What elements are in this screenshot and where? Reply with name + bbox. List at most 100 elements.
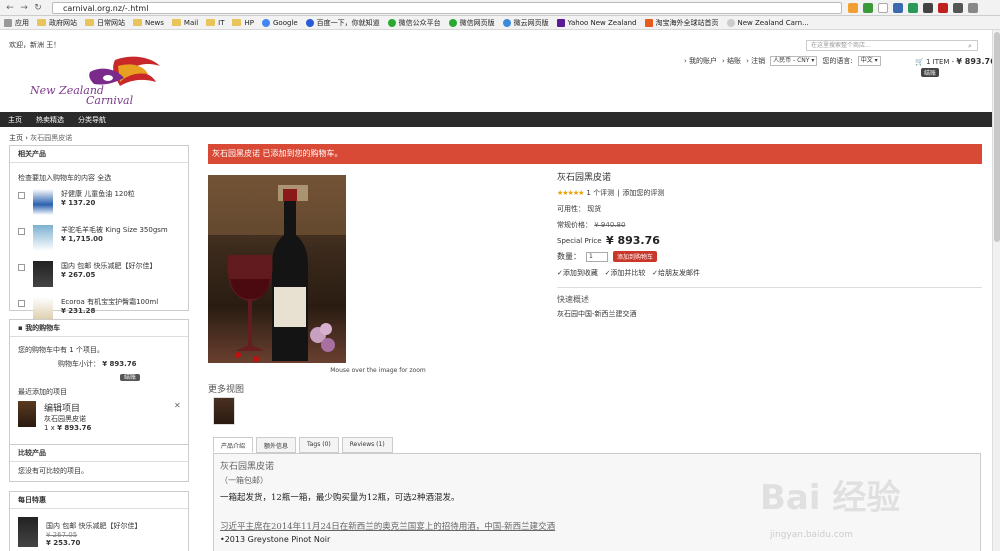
language-select[interactable]: 中文 ▾ [857, 56, 881, 66]
opera-icon[interactable] [938, 3, 948, 13]
back-icon[interactable]: ← [4, 2, 16, 14]
svg-text:Carnival: Carnival [86, 94, 134, 107]
select-all-link[interactable]: 全选 [97, 174, 111, 182]
wechat-icon [387, 18, 396, 27]
cloud-icon [502, 18, 511, 27]
bookmark-folder[interactable]: IT [206, 19, 224, 27]
product-thumb[interactable] [33, 225, 53, 251]
bookmark-apps[interactable]: 应用 [4, 18, 29, 28]
success-message: 灰石园黑皮诺 已添加到您的购物车。 [208, 144, 982, 164]
checkbox[interactable] [18, 300, 25, 307]
checkout-link[interactable]: › 结账 [722, 56, 741, 66]
forward-icon[interactable]: → [18, 2, 30, 14]
bookmark-weiyun[interactable]: 微云网页版 [502, 18, 549, 28]
bookmark-carnival[interactable]: New Zealand Carn... [726, 18, 809, 27]
bookmarks-bar: 应用 政府网站 日常网站 News Mail IT HP Google 百度一下… [0, 16, 1000, 30]
bookmark-wechat-mp[interactable]: 微信公众平台 [387, 18, 441, 28]
bookmark-folder[interactable]: 日常网站 [85, 18, 125, 28]
bookmark-folder[interactable]: 政府网站 [37, 18, 77, 28]
scrollbar-thumb[interactable] [994, 32, 1000, 242]
extension-icon[interactable] [893, 3, 903, 13]
folder-icon [206, 19, 216, 26]
extension-icons [848, 3, 978, 13]
logout-link[interactable]: › 注销 [746, 56, 765, 66]
more-view-thumb[interactable] [213, 397, 235, 425]
quantity-input[interactable]: 1 [586, 251, 608, 262]
related-products-block: 相关产品 检查要加入购物车的内容 全选 好健康 儿童鱼油 120粒 ¥ 137.2… [9, 145, 189, 323]
breadcrumb-current: 灰石园黑皮诺 [30, 134, 73, 142]
add-review-link[interactable]: 添加您的评测 [622, 188, 664, 198]
product-thumb[interactable] [33, 261, 53, 287]
nav-hot[interactable]: 热卖精选 [36, 115, 64, 125]
tab-additional[interactable]: 额外信息 [256, 437, 297, 453]
bookmark-wechat-web[interactable]: 微信网页版 [448, 18, 495, 28]
carnival-logo[interactable]: New Zealand Carnival [20, 52, 170, 112]
bookmark-google[interactable]: Google [261, 18, 298, 27]
shield-icon[interactable] [863, 3, 873, 13]
cart-subtotal: ¥ 893.76 [102, 360, 137, 368]
page-icon [726, 18, 735, 27]
menu-icon[interactable] [968, 3, 978, 13]
tab-description[interactable]: 产品介绍 [213, 437, 254, 453]
product-thumb[interactable] [33, 189, 53, 215]
nav-categories[interactable]: 分类导航 [78, 115, 106, 125]
email-friend-link[interactable]: ✓给朋友发邮件 [652, 268, 700, 278]
zoom-caption: Mouse over the image for zoom [330, 367, 426, 374]
bookmark-folder[interactable]: HP [232, 19, 254, 27]
taobao-icon [644, 18, 653, 27]
cart-item: 编辑项目 灰石园黑皮诺 1 x ¥ 893.76 [18, 401, 180, 432]
cart-icon: 🛒 [915, 58, 924, 66]
folder-icon [37, 19, 46, 26]
tab-reviews[interactable]: Reviews (1) [341, 437, 393, 453]
box-icon[interactable] [923, 3, 933, 13]
rss-icon[interactable] [848, 3, 858, 13]
browser-toolbar: ← → ↻ carnival.org.nz/-.html [0, 0, 1000, 16]
daily-deal-block: 每日特惠 国内 包邮 快乐减肥【好尔佳】 ¥ 267.05 ¥ 253.70 [9, 491, 189, 551]
header-checkout-button[interactable]: 结账 [921, 68, 940, 77]
nav-home[interactable]: 主页 [8, 115, 22, 125]
product-thumb[interactable] [18, 517, 38, 547]
currency-select[interactable]: 人民币 - CNY ▾ [770, 56, 818, 66]
settings-icon[interactable] [953, 3, 963, 13]
checkbox[interactable] [18, 192, 25, 199]
header-links: › 我的账户 › 结账 › 注销 人民币 - CNY ▾ 您的语言: 中文 ▾ [684, 56, 881, 66]
my-account-link[interactable]: › 我的账户 [684, 56, 717, 66]
add-to-cart-button[interactable]: 添加到购物车 [613, 251, 658, 262]
search-input[interactable]: 在这里搜索整个商店... [806, 40, 978, 51]
product-info: 灰石园黑皮诺 ★★★★★ 1 个评测 | 添加您的评测 可用性： 现货 常规价格… [557, 170, 982, 319]
star-icon[interactable] [878, 3, 888, 13]
reload-icon[interactable]: ↻ [32, 2, 44, 14]
compare-block: 比较产品 您没有可比较的项目。 [9, 444, 189, 482]
list-item: 好健康 儿童鱼油 120粒 ¥ 137.20 [18, 189, 180, 219]
special-price: ¥ 893.76 [605, 234, 660, 247]
bookmark-taobao[interactable]: 淘宝海外全球站首页 [644, 18, 719, 28]
scrollbar[interactable] [992, 30, 1000, 551]
welcome-text: 欢迎，新洲 王！ [9, 41, 61, 49]
product-thumb[interactable] [18, 401, 36, 427]
header-cart[interactable]: 🛒 1 ITEM - ¥ 893.76 [915, 57, 992, 66]
address-bar[interactable]: carnival.org.nz/-.html [52, 2, 842, 14]
folder-icon [85, 19, 94, 26]
tab-tags[interactable]: Tags (0) [299, 437, 339, 453]
product-tabs: 产品介绍 额外信息 Tags (0) Reviews (1) [213, 437, 393, 453]
edit-item-link[interactable]: 编辑项目 [44, 401, 91, 414]
evernote-icon[interactable] [908, 3, 918, 13]
web-page: 欢迎，新洲 王！ New Zealand Carnival 在这里搜索整个商店.… [0, 30, 992, 551]
checkbox[interactable] [18, 264, 25, 271]
bookmark-yahoo[interactable]: Yahoo New Zealand [556, 18, 637, 27]
mycart-title: ▪ 我的购物车 [10, 320, 188, 337]
bookmark-folder[interactable]: Mail [171, 19, 198, 27]
folder-icon [133, 19, 142, 26]
reviews-link[interactable]: 1 个评测 [586, 188, 614, 198]
compare-link[interactable]: ✓添加并比较 [605, 268, 646, 278]
wishlist-link[interactable]: ✓添加到收藏 [557, 268, 598, 278]
bookmark-baidu[interactable]: 百度一下，你就知道 [305, 18, 380, 28]
more-views-title: 更多视图 [208, 385, 245, 395]
remove-item-icon[interactable]: ✕ [174, 401, 181, 410]
sidebar-checkout-button[interactable]: 结账 [119, 374, 140, 381]
search-icon[interactable]: ⌕ [968, 42, 972, 51]
breadcrumb-home[interactable]: 主页 [9, 134, 23, 142]
bookmark-folder[interactable]: News [133, 19, 164, 27]
product-image[interactable] [208, 175, 346, 363]
checkbox[interactable] [18, 228, 25, 235]
